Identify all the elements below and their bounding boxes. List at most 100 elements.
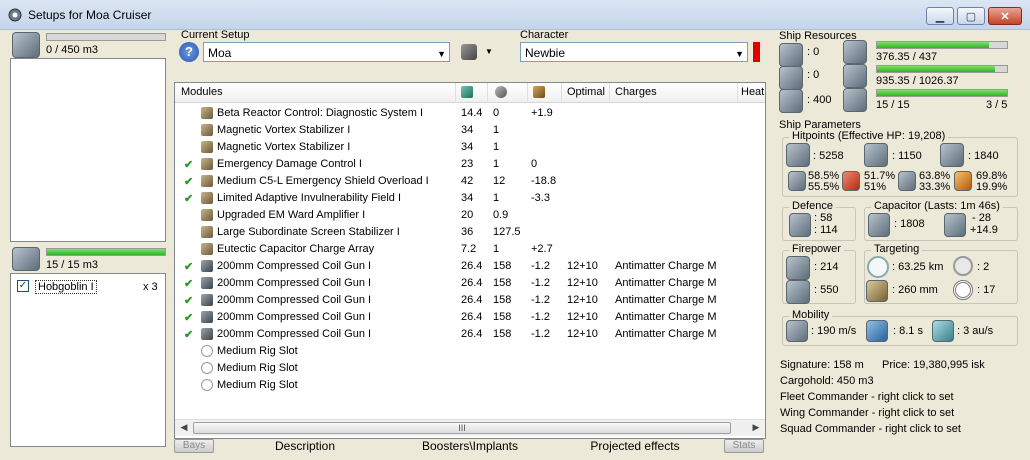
gun-module-icon <box>201 277 213 289</box>
tab-boosters-implants[interactable]: Boosters\Implants <box>400 437 540 455</box>
align-time-icon <box>866 320 888 342</box>
module-row[interactable]: ✔ Medium C5-L Emergency Shield Overload I… <box>175 173 765 190</box>
volley-value: : 550 <box>814 284 839 296</box>
bays-tab-button[interactable]: Bays <box>174 439 214 453</box>
drone-list-item[interactable]: ✓ Hobgoblin I x 3 <box>15 278 163 295</box>
capacitor-delta-1: - 28 <box>972 212 991 224</box>
chevron-down-icon: ▼ <box>735 49 744 59</box>
module-powergrid: 158 <box>493 260 512 272</box>
scrollbar-thumb[interactable]: III <box>193 422 731 434</box>
defence-title: Defence <box>789 200 836 212</box>
module-powergrid: 1 <box>493 243 500 255</box>
module-cap-usage: +2.7 <box>531 243 553 255</box>
module-active-check-icon[interactable]: ✔ <box>184 311 193 324</box>
tab-description[interactable]: Description <box>240 437 370 455</box>
setup-dropdown[interactable]: Moa ▼ <box>203 42 450 62</box>
modules-table[interactable]: Modules Optimal Charges Heat Beta Reacto… <box>174 82 766 439</box>
drone-checkbox[interactable]: ✓ <box>17 280 29 292</box>
module-charge: Antimatter Charge M <box>615 277 717 289</box>
col-header-optimal[interactable]: Optimal <box>567 86 605 98</box>
module-cpu: 34 <box>461 141 474 153</box>
module-powergrid: 127.5 <box>493 226 521 238</box>
help-icon[interactable]: ? <box>179 42 199 62</box>
module-row[interactable]: Magnetic Vortex Stabilizer I 34 1 <box>175 139 765 156</box>
launcher-hardpoints-icon <box>779 66 803 90</box>
module-active-check-icon[interactable]: ✔ <box>184 175 193 188</box>
drone-list[interactable]: ✓ Hobgoblin I x 3 <box>10 273 166 447</box>
module-powergrid: 0 <box>493 107 500 119</box>
module-row[interactable]: Medium Rig Slot <box>175 343 765 360</box>
module-row[interactable]: ✔ 200mm Compressed Coil Gun I 26.4 158 -1.2 1… <box>175 292 765 309</box>
module-row[interactable]: Beta Reactor Control: Diagnostic System … <box>175 105 765 122</box>
module-row[interactable]: Medium Rig Slot <box>175 360 765 377</box>
module-row[interactable]: Medium Rig Slot <box>175 377 765 394</box>
module-name: Medium Rig Slot <box>217 379 298 391</box>
scroll-right-icon[interactable]: ▶ <box>749 422 763 434</box>
armor-resist-kin: 51% <box>864 181 887 193</box>
shield-hp-icon <box>786 143 810 167</box>
module-row[interactable]: ✔ 200mm Compressed Coil Gun I 26.4 158 -1.2 1… <box>175 326 765 343</box>
module-powergrid: 158 <box>493 328 512 340</box>
module-row[interactable]: Eutectic Capacitor Charge Array 7.2 1 +2.7 <box>175 241 765 258</box>
stats-tab-button[interactable]: Stats <box>724 439 764 453</box>
active-drones-value: 3 / 5 <box>986 99 1008 111</box>
module-row[interactable]: Magnetic Vortex Stabilizer I 34 1 <box>175 122 765 139</box>
module-name: Magnetic Vortex Stabilizer I <box>217 141 351 153</box>
maximize-button[interactable]: ▢ <box>957 7 985 25</box>
module-row[interactable]: ✔ 200mm Compressed Coil Gun I 26.4 158 -1.2 1… <box>175 309 765 326</box>
module-active-check-icon[interactable]: ✔ <box>184 294 193 307</box>
wing-commander-text[interactable]: Wing Commander - right click to set <box>780 407 954 419</box>
drone-bandwidth-value: 15 / 15 <box>876 99 910 111</box>
col-separator <box>737 83 738 103</box>
rig-module-icon <box>201 345 213 357</box>
close-button[interactable]: ✕ <box>988 7 1022 25</box>
armor-hp-icon <box>864 143 888 167</box>
character-dropdown[interactable]: Newbie ▼ <box>520 42 748 62</box>
gun-module-icon <box>201 294 213 306</box>
module-active-check-icon[interactable]: ✔ <box>184 260 193 273</box>
drone-bandwidth-icon <box>843 88 867 112</box>
character-label: Character <box>520 29 569 41</box>
module-row[interactable]: Upgraded EM Ward Amplifier I 20 0.9 <box>175 207 765 224</box>
screen-module-icon <box>201 226 213 238</box>
targeting-title: Targeting <box>871 243 923 255</box>
module-row[interactable]: ✔ 200mm Compressed Coil Gun I 26.4 158 -1.2 1… <box>175 258 765 275</box>
module-active-check-icon[interactable]: ✔ <box>184 328 193 341</box>
cargo-list[interactable] <box>10 58 166 242</box>
module-cpu: 26.4 <box>461 294 483 306</box>
shield-hp-value: : 5258 <box>813 150 844 162</box>
minimize-button[interactable]: ▁ <box>926 7 954 25</box>
tab-projected-effects[interactable]: Projected effects <box>570 437 700 455</box>
setup-dropdown-value: Moa <box>208 46 232 60</box>
module-active-check-icon[interactable]: ✔ <box>184 192 193 205</box>
squad-commander-text[interactable]: Squad Commander - right click to set <box>780 423 961 435</box>
col-header-modules[interactable]: Modules <box>181 86 223 98</box>
stabilizer-module-icon <box>201 141 213 153</box>
signature-text: Signature: 158 m <box>780 359 864 371</box>
module-row[interactable]: ✔ Emergency Damage Control I 23 1 0 <box>175 156 765 173</box>
fleet-commander-text[interactable]: Fleet Commander - right click to set <box>780 391 954 403</box>
module-charge: Antimatter Charge M <box>615 260 717 272</box>
col-header-heat[interactable]: Heat <box>741 86 764 98</box>
cpu-icon[interactable] <box>461 86 473 98</box>
setup-tools-button[interactable]: ▼ <box>461 44 495 62</box>
capacitor-icon <box>868 213 890 237</box>
character-dropdown-value: Newbie <box>525 46 566 60</box>
horizontal-scrollbar[interactable]: ◀ III ▶ <box>175 419 765 436</box>
col-separator <box>455 83 456 103</box>
module-active-check-icon[interactable]: ✔ <box>184 158 193 171</box>
powergrid-resource-icon <box>843 64 867 88</box>
module-active-check-icon[interactable]: ✔ <box>184 277 193 290</box>
module-row[interactable]: ✔ Limited Adaptive Invulnerability Field … <box>175 190 765 207</box>
capacitor-usage-icon[interactable] <box>533 86 545 98</box>
scroll-left-icon[interactable]: ◀ <box>177 422 191 434</box>
module-cpu: 26.4 <box>461 311 483 323</box>
cpu-bar-fill <box>877 42 989 48</box>
powergrid-icon[interactable] <box>495 86 507 98</box>
module-row[interactable]: ✔ 200mm Compressed Coil Gun I 26.4 158 -1.2 1… <box>175 275 765 292</box>
powergrid-bar <box>876 65 1008 73</box>
module-row[interactable]: Large Subordinate Screen Stabilizer I 36 1… <box>175 224 765 241</box>
col-header-charges[interactable]: Charges <box>615 86 657 98</box>
module-cpu: 20 <box>461 209 474 221</box>
module-name: Medium Rig Slot <box>217 362 298 374</box>
